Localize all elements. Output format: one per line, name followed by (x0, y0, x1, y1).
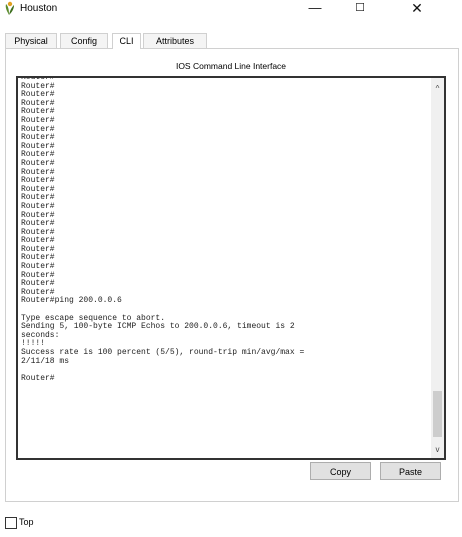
close-button[interactable]: ✕ (397, 0, 437, 18)
terminal-line: Success rate is 100 percent (5/5), round… (21, 348, 305, 357)
terminal-line: Router# (21, 90, 55, 100)
tab-physical[interactable]: Physical (5, 33, 57, 48)
terminal-line: 2/11/18 ms (21, 356, 70, 366)
terminal-line: Router# (21, 373, 55, 383)
terminal-line: Sending 5, 100-byte ICMP Echos to 200.0.… (21, 322, 295, 332)
terminal-line: Router# (21, 167, 55, 177)
terminal-line: Router# (21, 76, 55, 82)
cli-header: IOS Command Line Interface (175, 61, 287, 71)
copy-button[interactable]: Copy (310, 462, 371, 480)
paste-button[interactable]: Paste (380, 462, 441, 480)
terminal-line: Router# (21, 262, 55, 272)
terminal-scrollbar[interactable]: ^ v (431, 78, 444, 458)
tab-attributes[interactable]: Attributes (143, 33, 207, 48)
app-icon (5, 1, 14, 15)
terminal-line: Router# (21, 253, 55, 263)
terminal-line: Router# (21, 184, 55, 194)
scroll-down-icon[interactable]: v (431, 445, 444, 454)
terminal-line: Router# (21, 124, 55, 134)
terminal-line: Router# (21, 244, 55, 254)
terminal-line: Router# (21, 210, 55, 220)
terminal-line: Router# (21, 133, 55, 143)
terminal-line: Router# (21, 158, 55, 168)
terminal-line: Router# (21, 193, 55, 203)
terminal-line: Router# (21, 141, 55, 151)
window-title: Houston (20, 3, 58, 14)
terminal-line: Router# (21, 201, 55, 211)
title-bar: Houston — ☐ ✕ (0, 0, 462, 18)
tab-config[interactable]: Config (60, 33, 108, 48)
terminal-line: Router# (21, 236, 55, 246)
terminal-line: Router# (21, 270, 55, 280)
maximize-button[interactable]: ☐ (340, 0, 380, 18)
tab-cli[interactable]: CLI (112, 33, 141, 49)
scroll-up-icon[interactable]: ^ (431, 84, 444, 93)
minimize-button[interactable]: — (295, 0, 335, 18)
terminal-line: Router# (21, 219, 55, 229)
terminal-line: Router# (21, 279, 55, 289)
terminal-line: seconds: (21, 330, 60, 340)
terminal-line: Router# (21, 150, 55, 160)
terminal-line: Router# (21, 176, 55, 186)
terminal-line: Router# (21, 107, 55, 117)
top-label: Top (19, 517, 34, 527)
terminal-output[interactable]: Router# Router# Router# Router# Router# Route… (21, 76, 426, 383)
top-checkbox[interactable] (5, 517, 17, 529)
terminal-line: Router#ping 200.0.0.6 (21, 296, 122, 306)
terminal-line: Router# (21, 115, 55, 125)
terminal-line: Router# (21, 98, 55, 108)
terminal-line: Router# (21, 81, 55, 91)
scroll-thumb[interactable] (433, 391, 442, 437)
cli-terminal[interactable]: Router# Router# Router# Router# Router# Route… (16, 76, 446, 460)
terminal-line: Router# (21, 227, 55, 237)
